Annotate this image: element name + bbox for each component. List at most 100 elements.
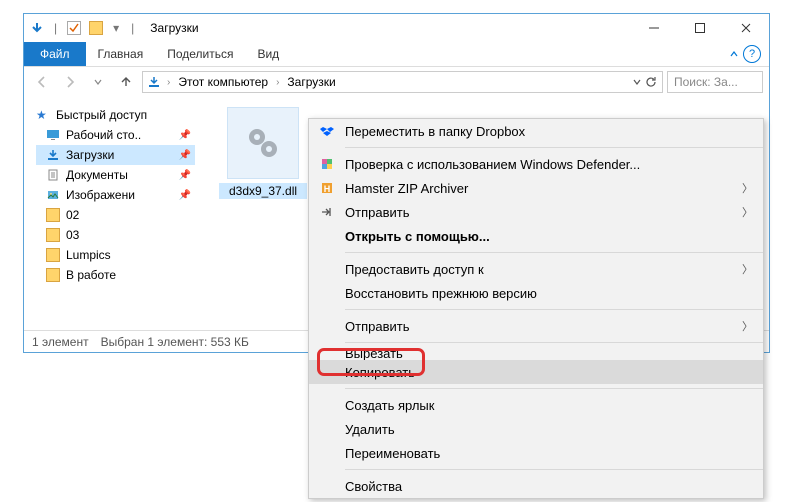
- pin-icon: 📌: [179, 190, 195, 201]
- check-icon[interactable]: [67, 21, 81, 35]
- context-item-label: Открыть с помощью...: [345, 229, 490, 244]
- address-row: › Этот компьютер › Загрузки Поиск: За...: [24, 67, 769, 97]
- maximize-button[interactable]: [677, 14, 723, 42]
- context-item-label: Проверка с использованием Windows Defend…: [345, 157, 640, 172]
- chevron-right-icon: 〉: [742, 261, 753, 277]
- sidebar-item[interactable]: 03: [36, 225, 195, 245]
- close-button[interactable]: [723, 14, 769, 42]
- sidebar-quick-access[interactable]: ★ Быстрый доступ: [36, 105, 195, 125]
- sidebar-item[interactable]: 02: [36, 205, 195, 225]
- file-tab[interactable]: Файл: [24, 42, 86, 66]
- hamster-icon: H: [319, 180, 335, 196]
- context-separator: [345, 147, 763, 148]
- share-icon: [319, 204, 335, 220]
- window-controls: [631, 14, 769, 42]
- status-count: 1 элемент: [32, 335, 89, 349]
- file-name: d3dx9_37.dll: [219, 183, 307, 199]
- downloads-icon: [46, 148, 60, 162]
- recent-button[interactable]: [86, 70, 110, 94]
- star-icon: ★: [36, 108, 50, 122]
- sidebar-item[interactable]: Документы 📌: [36, 165, 195, 185]
- context-separator: [345, 388, 763, 389]
- pin-icon: 📌: [179, 170, 195, 181]
- sidebar-item-label: Документы: [66, 168, 128, 182]
- sidebar-item[interactable]: Загрузки📌: [36, 145, 195, 165]
- ribbon-tab-home[interactable]: Главная: [86, 42, 156, 66]
- context-separator: [345, 342, 763, 343]
- desktop-icon: [46, 128, 60, 142]
- back-button[interactable]: [30, 70, 54, 94]
- sidebar-item[interactable]: В работе: [36, 265, 195, 285]
- sidebar-item-label: 02: [66, 208, 79, 222]
- context-item[interactable]: Отправить 〉: [309, 314, 763, 338]
- context-item-label: Удалить: [345, 422, 395, 437]
- sidebar-item-label: Lumpics: [66, 248, 111, 262]
- sidebar-item-label: 03: [66, 228, 79, 242]
- context-item-label: Отправить: [345, 319, 409, 334]
- forward-button[interactable]: [58, 70, 82, 94]
- context-item[interactable]: Восстановить прежнюю версию: [309, 281, 763, 305]
- context-item[interactable]: HHamster ZIP Archiver〉: [309, 176, 763, 200]
- context-item[interactable]: Копировать: [309, 360, 763, 384]
- title-bar: | ▾ | Загрузки: [24, 14, 769, 42]
- chevron-right-icon: 〉: [742, 204, 753, 220]
- context-item-label: Копировать: [345, 365, 415, 380]
- pin-icon: 📌: [179, 130, 195, 141]
- file-thumbnail: [227, 107, 299, 179]
- dropdown-icon[interactable]: ▾: [111, 21, 121, 35]
- refresh-icon[interactable]: [644, 75, 658, 89]
- context-item[interactable]: Отправить 〉: [309, 200, 763, 224]
- ribbon-right: ?: [729, 42, 769, 66]
- breadcrumb-pc[interactable]: Этот компьютер: [176, 75, 270, 89]
- defender-icon: [319, 156, 335, 172]
- context-item-label: Создать ярлык: [345, 398, 434, 413]
- context-item[interactable]: Создать ярлык: [309, 393, 763, 417]
- chevron-right-icon: 〉: [742, 318, 753, 334]
- context-item[interactable]: Переместить в папку Dropbox: [309, 119, 763, 143]
- context-separator: [345, 309, 763, 310]
- context-item[interactable]: Проверка с использованием Windows Defend…: [309, 152, 763, 176]
- context-item[interactable]: Открыть с помощью...: [309, 224, 763, 248]
- minimize-button[interactable]: [631, 14, 677, 42]
- context-item-label: Вырезать: [345, 347, 403, 360]
- sidebar-item-label: Изображени: [66, 188, 135, 202]
- sidebar-item-label: Загрузки: [66, 148, 114, 162]
- help-icon[interactable]: ?: [743, 45, 761, 63]
- context-item[interactable]: Вырезать: [309, 347, 763, 360]
- folder-icon: [89, 21, 103, 35]
- ribbon-tab-view[interactable]: Вид: [245, 42, 291, 66]
- ribbon-tab-share[interactable]: Поделиться: [155, 42, 245, 66]
- search-box[interactable]: Поиск: За...: [667, 71, 763, 93]
- chevron-right-icon[interactable]: ›: [163, 77, 174, 88]
- sidebar-item-label: Рабочий сто..: [66, 128, 141, 142]
- context-item-label: Переименовать: [345, 446, 440, 461]
- addr-right: [632, 75, 658, 89]
- sidebar-item[interactable]: Рабочий сто.. 📌: [36, 125, 195, 145]
- context-item-label: Отправить: [345, 205, 409, 220]
- context-separator: [345, 252, 763, 253]
- titlebar-left: | ▾ | Загрузки: [24, 21, 199, 35]
- context-item[interactable]: Переименовать: [309, 441, 763, 465]
- context-item[interactable]: Свойства: [309, 474, 763, 498]
- sidebar-item[interactable]: Lumpics: [36, 245, 195, 265]
- file-item[interactable]: d3dx9_37.dll: [219, 107, 307, 199]
- up-button[interactable]: [114, 70, 138, 94]
- context-separator: [345, 469, 763, 470]
- context-item-label: Свойства: [345, 479, 402, 494]
- context-item[interactable]: Предоставить доступ к 〉: [309, 257, 763, 281]
- chevron-right-icon[interactable]: ›: [272, 77, 283, 88]
- context-item-label: Предоставить доступ к: [345, 262, 484, 277]
- documents-icon: [46, 168, 60, 182]
- addr-dropdown-icon[interactable]: [632, 77, 642, 87]
- sidebar-item[interactable]: Изображени 📌: [36, 185, 195, 205]
- search-placeholder: Поиск: За...: [674, 75, 738, 89]
- context-item[interactable]: Удалить: [309, 417, 763, 441]
- down-arrow-icon[interactable]: [30, 21, 44, 35]
- context-item-label: Переместить в папку Dropbox: [345, 124, 525, 139]
- separator: |: [52, 21, 59, 35]
- address-bar[interactable]: › Этот компьютер › Загрузки: [142, 71, 663, 93]
- collapse-ribbon-icon[interactable]: [729, 49, 739, 59]
- chevron-right-icon: 〉: [742, 180, 753, 196]
- context-item-label: Восстановить прежнюю версию: [345, 286, 537, 301]
- breadcrumb-downloads[interactable]: Загрузки: [285, 75, 337, 89]
